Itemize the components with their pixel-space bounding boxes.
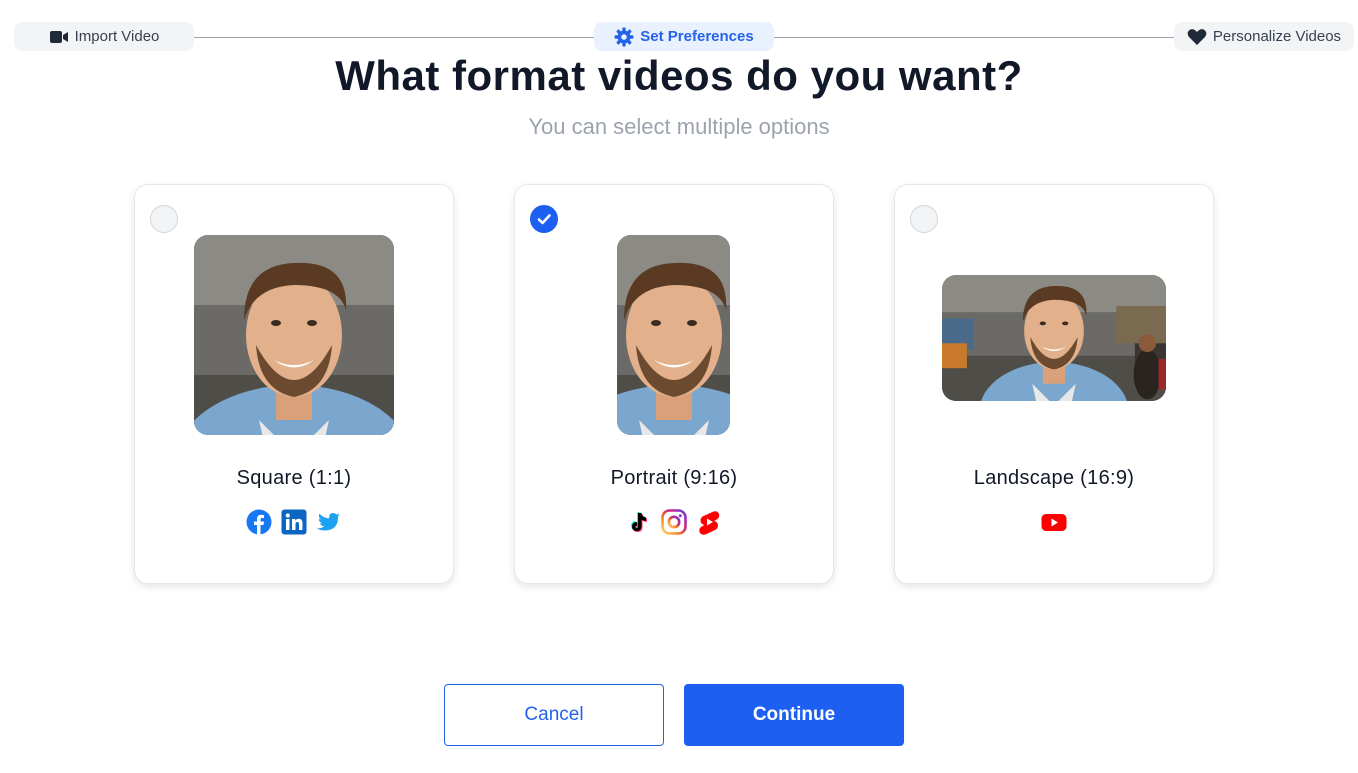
youtube-shorts-icon: [696, 509, 722, 535]
stepper-connector: [774, 37, 1174, 38]
landscape-thumbnail: [942, 275, 1166, 401]
square-thumbnail: [194, 235, 394, 435]
format-label: Landscape (16:9): [973, 467, 1135, 489]
facebook-icon: [246, 509, 272, 535]
platform-icons: [895, 509, 1213, 535]
gear-icon: [614, 27, 634, 47]
step-label: Personalize Videos: [1212, 28, 1342, 45]
step-personalize-videos[interactable]: Personalize Videos: [1174, 22, 1354, 51]
cancel-button[interactable]: Cancel: [444, 684, 664, 746]
page-subtitle: You can select multiple options: [528, 114, 830, 139]
format-label: Portrait (9:16): [610, 467, 738, 489]
select-radio[interactable]: [150, 205, 178, 233]
format-card-square[interactable]: Square (1:1): [134, 184, 454, 584]
format-card-landscape[interactable]: Landscape (16:9): [894, 184, 1214, 584]
format-card-portrait[interactable]: Portrait (9:16): [514, 184, 834, 584]
portrait-thumbnail: [617, 235, 730, 435]
page-title: What format videos do you want?: [335, 52, 1023, 99]
video-camera-icon: [49, 29, 69, 45]
instagram-icon: [661, 509, 687, 535]
platform-icons: [515, 509, 833, 535]
format-label: Square (1:1): [236, 467, 352, 489]
select-radio-checked[interactable]: [530, 205, 558, 233]
select-radio[interactable]: [910, 205, 938, 233]
step-label: Import Video: [74, 28, 160, 45]
twitter-icon: [316, 509, 342, 535]
step-set-preferences[interactable]: Set Preferences: [594, 22, 774, 51]
continue-button[interactable]: Continue: [684, 684, 904, 746]
checkmark-icon: [537, 214, 551, 225]
step-label: Set Preferences: [640, 28, 754, 45]
linkedin-icon: [281, 509, 307, 535]
youtube-icon: [1041, 509, 1067, 535]
step-import-video[interactable]: Import Video: [14, 22, 194, 51]
stepper-connector: [194, 37, 594, 38]
tiktok-icon: [626, 509, 652, 535]
heart-icon: [1187, 28, 1207, 46]
heading-container: What format videos do you want?: [0, 52, 1358, 100]
platform-icons: [135, 509, 453, 535]
